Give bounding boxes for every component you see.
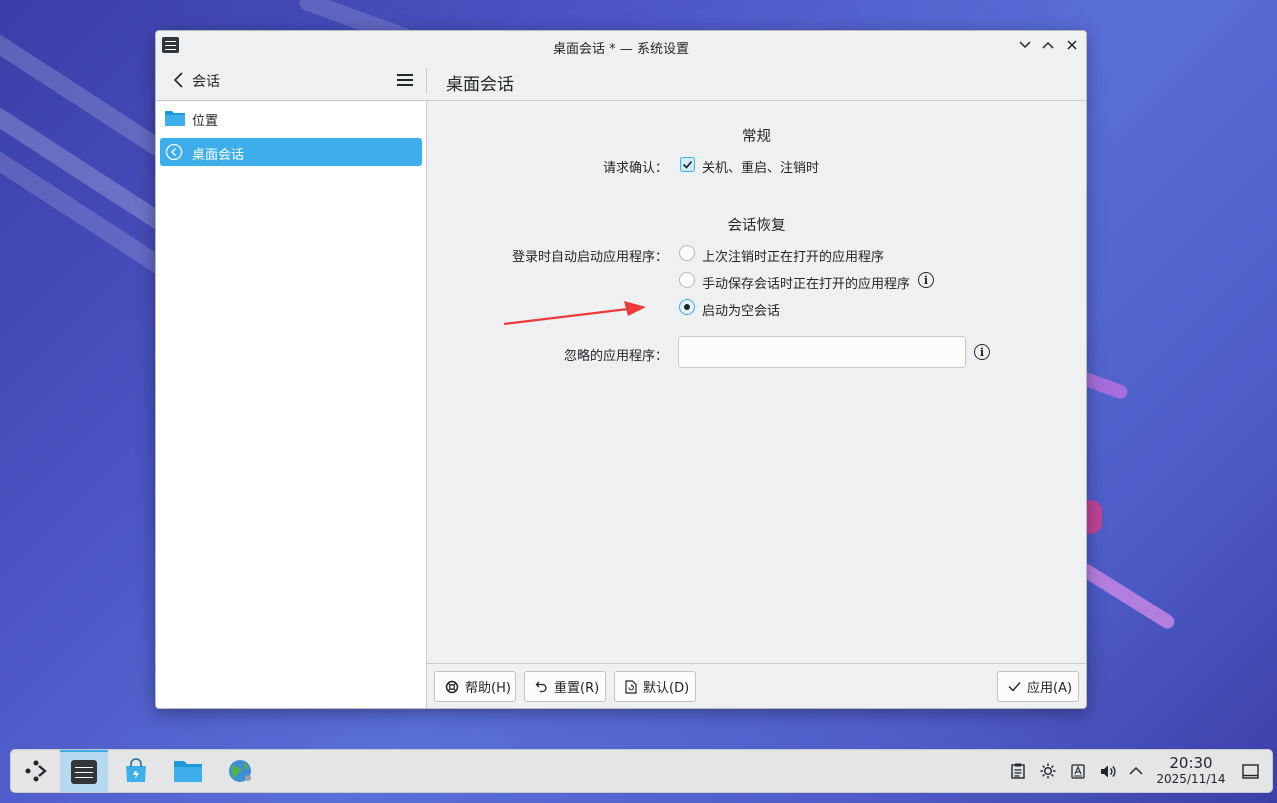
radio-restore-previous-label: 上次注销时正在打开的应用程序: [702, 250, 885, 265]
ignored-apps-input[interactable]: [678, 336, 966, 368]
menu-button[interactable]: [396, 71, 414, 89]
speaker-icon: [1100, 765, 1116, 777]
taskbar-file-manager[interactable]: [164, 750, 212, 792]
close-icon: [1067, 40, 1077, 50]
page-title: 桌面会话: [446, 75, 514, 95]
defaults-button[interactable]: 默认(D): [614, 671, 696, 702]
system-settings-icon: [71, 760, 97, 784]
tray-brightness[interactable]: [1039, 762, 1057, 780]
sidebar-item-label: 位置: [192, 114, 219, 129]
apply-button-label: 应用(A): [1027, 681, 1073, 696]
help-button-label: 帮助(H): [465, 681, 511, 696]
folder-icon: [174, 761, 202, 782]
show-desktop-button[interactable]: [1241, 762, 1259, 780]
clock-time: 20:30: [1169, 754, 1213, 772]
radio-restore-previous[interactable]: [679, 245, 695, 261]
input-method-icon: [1071, 763, 1085, 779]
sidebar-item-desktop-session[interactable]: 桌面会话: [160, 138, 422, 166]
digital-clock[interactable]: 20:30 2025/11/14: [1151, 755, 1231, 787]
toolbar-separator: [426, 68, 427, 94]
taskbar-web-browser[interactable]: [216, 750, 264, 792]
tray-clipboard[interactable]: [1009, 762, 1027, 780]
undo-icon: [535, 681, 547, 693]
info-icon[interactable]: i: [974, 344, 990, 360]
chevron-up-icon: [1129, 767, 1143, 775]
show-desktop-icon: [1241, 763, 1259, 779]
checkmark-icon: [1008, 682, 1021, 692]
brightness-icon: [1040, 763, 1056, 779]
confirm-option-label: 关机、重启、注销时: [702, 161, 820, 176]
back-button[interactable]: [168, 70, 188, 90]
confirm-label: 请求确认：: [602, 161, 668, 176]
tray-expand-button[interactable]: [1127, 762, 1145, 780]
title-bar: 桌面会话 * — 系统设置: [156, 31, 1086, 60]
clock-date: 2025/11/14: [1156, 772, 1226, 786]
clipboard-icon: [1011, 763, 1025, 779]
chevron-up-icon: [1042, 41, 1054, 49]
settings-content: 常规 请求确认： 关机、重启、注销时 会话恢复 登录时自动启动应用程序： 上次注…: [427, 101, 1086, 663]
breadcrumb[interactable]: 会话: [192, 71, 220, 91]
maximize-button[interactable]: [1039, 36, 1057, 54]
chevron-left-icon: [173, 72, 183, 88]
close-button[interactable]: [1063, 36, 1081, 54]
confirm-checkbox[interactable]: [680, 157, 695, 172]
taskbar-system-settings[interactable]: [60, 750, 108, 792]
footer-buttons: 帮助(H) 重置(R) 默认(D) 应用(A): [427, 663, 1086, 708]
app-launcher-icon: [25, 760, 47, 782]
window-title: 桌面会话 * — 系统设置: [553, 42, 689, 57]
lifebuoy-icon: [445, 680, 459, 693]
sidebar-item-location[interactable]: 位置: [160, 104, 422, 132]
reset-button[interactable]: 重置(R): [524, 671, 606, 702]
settings-window: 桌面会话 * — 系统设置 会话 桌面会话 位置 桌面会话 常规 请求确认： 关…: [155, 30, 1087, 709]
ignored-apps-label: 忽略的应用程序：: [563, 349, 668, 364]
globe-icon: [229, 760, 251, 782]
taskbar: 20:30 2025/11/14: [10, 749, 1273, 793]
minimize-button[interactable]: [1016, 36, 1034, 54]
application-launcher-button[interactable]: [12, 750, 60, 792]
document-revert-icon: [625, 679, 637, 694]
radio-empty-session[interactable]: [679, 299, 695, 315]
checkmark-icon: [682, 160, 693, 169]
chevron-down-icon: [1019, 41, 1031, 49]
toolbar: 会话 桌面会话: [156, 60, 1086, 101]
folder-icon: [165, 111, 185, 126]
back-circle-icon: [165, 143, 183, 161]
shopping-bag-icon: [126, 758, 146, 782]
session-restore-heading: 会话恢复: [727, 218, 786, 234]
autostart-label: 登录时自动启动应用程序：: [511, 250, 668, 265]
annotation-arrow: [503, 301, 646, 326]
sidebar: 位置 桌面会话: [156, 101, 427, 708]
radio-empty-session-label: 启动为空会话: [702, 304, 781, 319]
apply-button[interactable]: 应用(A): [997, 671, 1079, 702]
defaults-button-label: 默认(D): [643, 681, 690, 696]
info-icon[interactable]: i: [918, 272, 934, 288]
taskbar-discover[interactable]: [112, 750, 160, 792]
tray-volume[interactable]: [1099, 762, 1117, 780]
help-button[interactable]: 帮助(H): [434, 671, 516, 702]
reset-button-label: 重置(R): [554, 681, 600, 696]
sidebar-item-label: 桌面会话: [192, 148, 245, 163]
radio-restore-manual-label: 手动保存会话时正在打开的应用程序: [702, 277, 911, 292]
tray-input-method[interactable]: [1069, 762, 1087, 780]
radio-restore-manual[interactable]: [679, 272, 695, 288]
general-heading: 常规: [742, 129, 771, 145]
